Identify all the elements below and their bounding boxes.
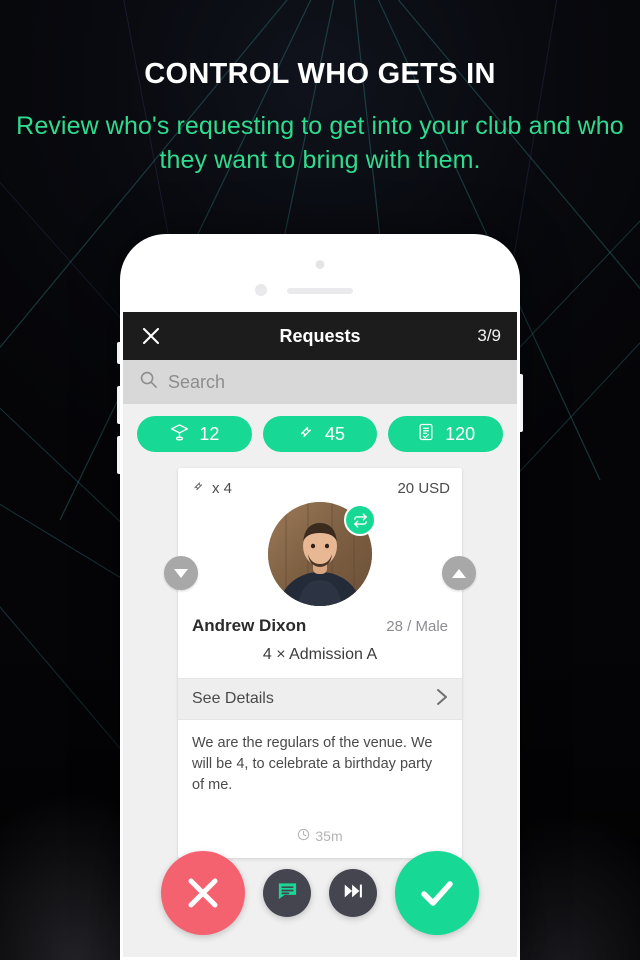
phone-power-button — [520, 374, 523, 432]
filter-count-guestlist: 120 — [445, 423, 476, 444]
action-bar — [123, 851, 517, 935]
filter-pill-row: 12 45 120 — [123, 404, 517, 462]
accept-button[interactable] — [395, 851, 479, 935]
see-details-label: See Details — [192, 690, 274, 707]
promo-text-block: CONTROL WHO GETS IN Review who's request… — [0, 58, 640, 177]
phone-proximity-sensor — [255, 284, 267, 296]
phone-front-camera — [315, 260, 325, 269]
chevron-right-icon — [436, 688, 448, 711]
skip-button[interactable] — [329, 869, 377, 917]
request-counter: 3/9 — [477, 326, 501, 345]
avatar-container — [178, 502, 462, 606]
card-quantity-label: x 4 — [212, 479, 233, 497]
message-button[interactable] — [263, 869, 311, 917]
time-ago: 35m — [315, 828, 343, 845]
phone-mute-switch — [117, 342, 120, 364]
app-screen: Requests 3/9 Search 12 45 120 x 4 20 USD… — [123, 312, 517, 957]
card-price: 20 USD — [397, 479, 450, 497]
request-card-area: x 4 20 USD Andrew Dixon 28 / Male 4 × Ad… — [123, 462, 517, 859]
chat-icon — [276, 879, 299, 907]
guest-name: Andrew Dixon — [192, 616, 307, 635]
reject-button[interactable] — [161, 851, 245, 935]
card-quantity: x 4 — [190, 478, 232, 498]
ticket-icon — [190, 478, 206, 498]
filter-count-tickets: 45 — [324, 423, 346, 444]
promo-subheadline: Review who's requesting to get into your… — [16, 112, 624, 175]
filter-count-tables: 12 — [199, 423, 220, 444]
timestamp-row: 35m — [178, 804, 462, 858]
phone-volume-up-button — [117, 386, 120, 424]
phone-volume-down-button — [117, 436, 120, 474]
page-title: Requests — [279, 325, 361, 346]
phone-mockup: Requests 3/9 Search 12 45 120 x 4 20 USD… — [117, 234, 523, 960]
guestlist-icon — [416, 422, 436, 447]
table-icon — [169, 421, 190, 447]
admission-label: 4 × Admission A — [262, 646, 378, 663]
repeat-icon — [344, 504, 376, 536]
phone-earpiece-speaker — [287, 288, 353, 294]
request-note: We are the regulars of the venue. We wil… — [192, 735, 433, 794]
filter-pill-guestlist[interactable]: 120 — [388, 416, 504, 452]
search-icon — [139, 370, 158, 394]
guest-info-row: Andrew Dixon 28 / Male — [178, 606, 462, 636]
request-card[interactable]: x 4 20 USD Andrew Dixon 28 / Male 4 × Ad… — [178, 468, 462, 859]
search-bar[interactable]: Search — [123, 360, 517, 404]
close-icon[interactable] — [139, 324, 163, 348]
navigation-bar: Requests 3/9 — [123, 312, 517, 360]
card-header: x 4 20 USD — [178, 468, 462, 500]
promo-headline: CONTROL WHO GETS IN — [144, 58, 496, 90]
see-details-button[interactable]: See Details — [178, 678, 462, 720]
skip-forward-icon — [342, 880, 364, 907]
filter-pill-tickets[interactable]: 45 — [262, 416, 378, 452]
guest-meta: 28 / Male — [386, 618, 448, 635]
ticket-icon — [295, 421, 316, 447]
filter-pill-tables[interactable]: 12 — [137, 416, 252, 452]
search-input[interactable]: Search — [168, 372, 225, 393]
clock-icon — [297, 828, 310, 844]
